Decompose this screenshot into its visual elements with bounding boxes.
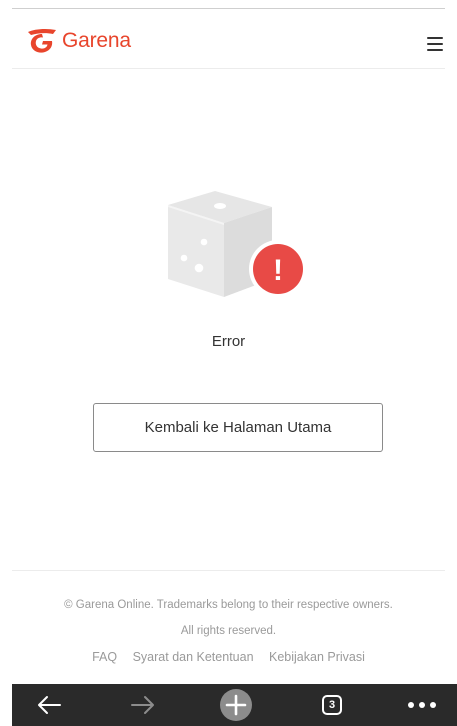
hamburger-menu-icon: [427, 43, 443, 45]
forward-button[interactable]: [126, 684, 160, 726]
site-footer: © Garena Online. Trademarks belong to th…: [12, 570, 445, 684]
error-illustration: !: [160, 185, 310, 305]
footer-link-faq[interactable]: FAQ: [92, 650, 117, 664]
tab-count-badge: 3: [322, 695, 342, 715]
footer-link-terms[interactable]: Syarat dan Ketentuan: [133, 650, 254, 664]
alert-symbol: !: [273, 254, 283, 287]
hamburger-menu-icon: [427, 37, 443, 39]
hamburger-menu-icon: [427, 49, 443, 51]
page: Garena ! Error Kembali ke Halaman Utama …: [0, 0, 457, 726]
arrow-left-icon: [38, 696, 61, 714]
tabs-button[interactable]: 3: [317, 684, 347, 726]
more-dots-icon: [408, 702, 436, 708]
new-tab-button[interactable]: [215, 684, 257, 726]
brand-name: Garena: [62, 29, 131, 52]
browser-toolbar: 3: [12, 684, 457, 726]
error-message: Error: [211, 333, 246, 350]
menu-button[interactable]: [425, 35, 445, 53]
plus-circle-icon: [220, 689, 252, 721]
footer-links: FAQ Syarat dan Ketentuan Kebijakan Priva…: [12, 650, 445, 664]
site-header: Garena: [12, 9, 445, 69]
garena-logo-icon: [28, 28, 56, 53]
footer-link-privacy[interactable]: Kebijakan Privasi: [269, 650, 365, 664]
back-to-home-button[interactable]: Kembali ke Halaman Utama: [93, 403, 383, 452]
dice-error-icon: !: [168, 191, 307, 298]
copyright-text: © Garena Online. Trademarks belong to th…: [64, 599, 393, 637]
more-button[interactable]: [402, 684, 442, 726]
garena-logo[interactable]: Garena: [26, 23, 131, 59]
back-button[interactable]: [32, 684, 66, 726]
arrow-right-icon: [131, 696, 154, 714]
